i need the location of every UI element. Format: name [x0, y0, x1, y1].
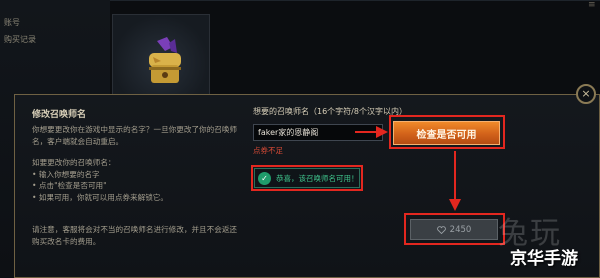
- close-button[interactable]: ×: [576, 84, 596, 104]
- price-label: 2450: [449, 224, 472, 235]
- summoner-name-input[interactable]: [253, 124, 383, 141]
- dialog-intro: 你想要更改你在游戏中显示的名字？一旦你更改了你的召唤师名，客户端就会自动重启。: [32, 125, 238, 146]
- close-icon: ×: [581, 87, 591, 100]
- item-card: [112, 14, 210, 104]
- nav-item-purchase-history[interactable]: 购买记录: [0, 31, 110, 48]
- menu-icon[interactable]: ≡: [588, 0, 596, 10]
- background-nav: 账号 购买记录: [0, 14, 110, 48]
- steps-heading: 如要更改你的召唤师名：: [32, 158, 116, 167]
- dialog-notice: 请注意，客服将会对不当的召唤师名进行修改，并且不会返还购买改名卡的费用。: [32, 225, 238, 246]
- buy-button[interactable]: 2450: [410, 219, 498, 240]
- background-divider: [110, 0, 600, 1]
- steps-list: 输入你想要的名字 点击"检查是否可用" 如果可用，你就可以用点券来解锁它。: [32, 169, 238, 204]
- watermark-text: 京华手游: [510, 249, 578, 269]
- step-item: 输入你想要的名字: [32, 169, 238, 181]
- checkmark-icon: ✓: [258, 171, 271, 185]
- name-field-label: 想要的召唤师名（16个字符/8个汉字以内）: [253, 107, 407, 116]
- nav-item-account[interactable]: 账号: [0, 14, 110, 31]
- heart-icon: [436, 225, 446, 234]
- insufficient-points-note: 点券不足: [253, 146, 283, 155]
- success-message-box: ✓ 恭喜，该召唤师名可用！: [254, 168, 360, 188]
- step-item: 点击"检查是否可用": [32, 180, 238, 192]
- dialog-title: 修改召唤师名: [32, 110, 87, 120]
- success-message: 恭喜，该召唤师名可用！: [276, 173, 359, 183]
- check-availability-button[interactable]: 检查是否可用: [393, 121, 500, 145]
- step-item: 如果可用，你就可以用点券来解锁它。: [32, 192, 238, 204]
- steps-section: 如要更改你的召唤师名： 输入你想要的名字 点击"检查是否可用" 如果可用，你就可…: [32, 157, 238, 203]
- treasure-chest-icon: [149, 37, 181, 83]
